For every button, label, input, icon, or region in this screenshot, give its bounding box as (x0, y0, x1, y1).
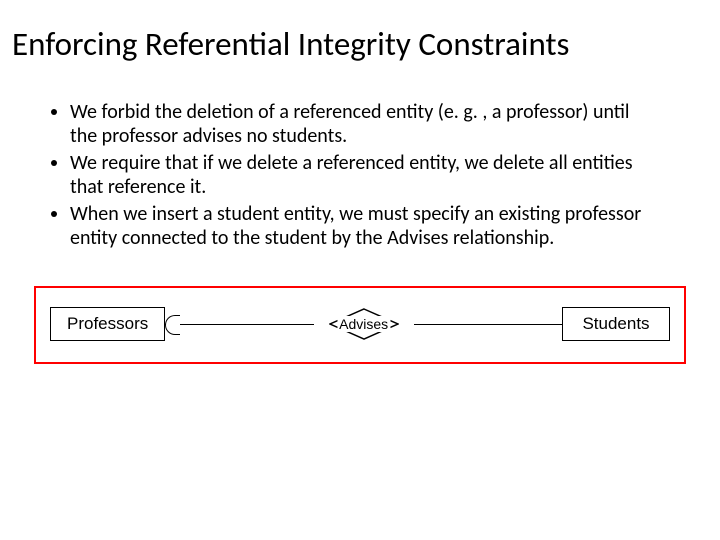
bullet-list: We forbid the deletion of a referenced e… (12, 100, 708, 250)
entity-students: Students (562, 307, 670, 341)
bullet-item: When we insert a student entity, we must… (70, 202, 648, 251)
bullet-item: We require that if we delete a reference… (70, 151, 648, 200)
relationship-diamond: Advises (314, 304, 414, 344)
page-title: Enforcing Referential Integrity Constrai… (12, 24, 708, 64)
er-diagram-box: Professors Advises Students (34, 286, 686, 364)
er-diagram: Professors Advises Students (50, 296, 670, 352)
bullet-item: We forbid the deletion of a referenced e… (70, 100, 648, 149)
slide: Enforcing Referential Integrity Constrai… (0, 0, 720, 540)
relationship-label: Advises (337, 316, 390, 332)
entity-professors: Professors (50, 307, 165, 341)
relationship-line-left (165, 324, 313, 326)
relationship-line-right (414, 324, 562, 326)
